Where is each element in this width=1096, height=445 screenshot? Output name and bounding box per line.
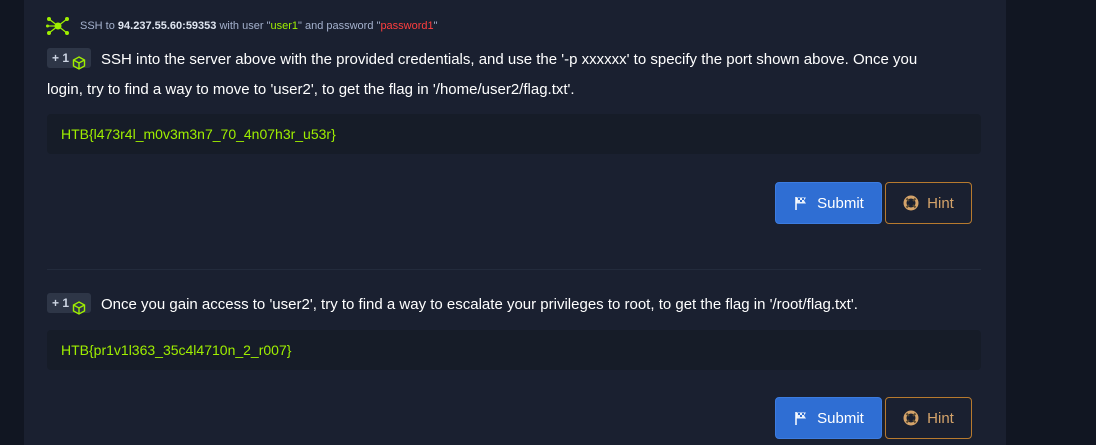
target-address[interactable]: 94.237.55.60:59353: [118, 20, 216, 32]
question-divider: [47, 269, 981, 270]
question-1-points: + 1: [52, 51, 70, 66]
question-1-submit-button[interactable]: Submit: [775, 182, 882, 224]
left-background: [0, 0, 24, 445]
user-quote-close: ": [298, 20, 302, 32]
question-1-line-2: login, try to find a way to move to 'use…: [47, 81, 575, 98]
target-username[interactable]: user1: [270, 20, 298, 32]
network-target-icon: [46, 16, 70, 36]
question-2-text-line-1: + 1 Once you gain access to 'user2', try…: [47, 290, 858, 320]
lifebuoy-icon: [903, 410, 919, 426]
hint-label: Hint: [927, 409, 954, 427]
question-2-answer-field[interactable]: HTB{pr1v1l363_35c4l4710n_2_r007}: [47, 330, 981, 370]
cube-icon: [72, 296, 86, 315]
submit-label: Submit: [817, 409, 864, 427]
cube-icon: [72, 51, 86, 70]
question-2-points-badge: + 1: [47, 293, 92, 315]
question-1-answer-field[interactable]: HTB{l473r4l_m0v3m3n7_70_4n07h3r_u53r}: [47, 114, 981, 154]
question-2-submit-button[interactable]: Submit: [775, 397, 882, 439]
target-and-password: and password: [304, 20, 374, 32]
target-password[interactable]: password1: [380, 20, 433, 32]
question-2-hint-button[interactable]: Hint: [885, 397, 972, 439]
target-with-user: with user: [219, 20, 264, 32]
target-prefix: SSH to: [80, 20, 115, 32]
question-1-line-1: SSH into the server above with the provi…: [101, 51, 918, 68]
question-2-points: + 1: [52, 296, 70, 311]
submit-label: Submit: [817, 194, 864, 212]
question-1-hint-button[interactable]: Hint: [885, 182, 972, 224]
right-background: [1006, 0, 1096, 445]
hint-label: Hint: [927, 194, 954, 212]
flag-icon: [793, 410, 809, 426]
question-1-text-line-2: login, try to find a way to move to 'use…: [47, 75, 575, 105]
lifebuoy-icon: [903, 195, 919, 211]
question-2-line-1: Once you gain access to 'user2', try to …: [101, 296, 858, 313]
target-info: SSH to 94.237.55.60:59353 with user "use…: [46, 16, 438, 36]
question-1-text-line-1: + 1 SSH into the server above with the p…: [47, 45, 917, 75]
question-1-points-badge: + 1: [47, 48, 92, 70]
target-text: SSH to 94.237.55.60:59353 with user "use…: [80, 20, 438, 32]
flag-icon: [793, 195, 809, 211]
pass-quote-close: ": [433, 20, 438, 32]
